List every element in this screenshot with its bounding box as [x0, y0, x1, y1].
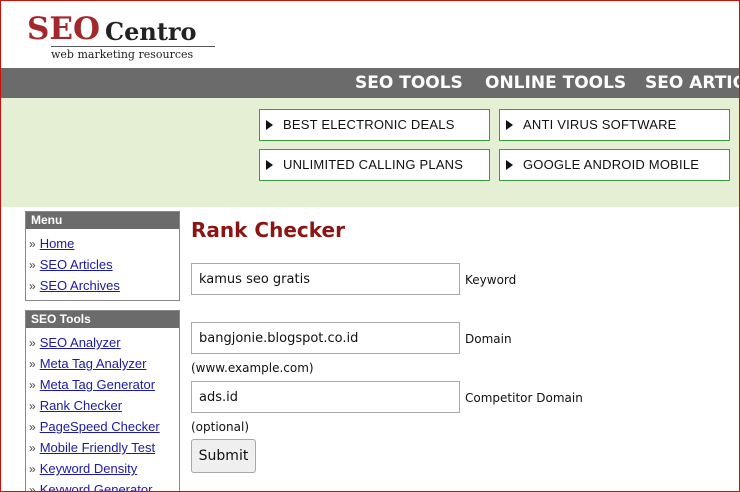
submit-button[interactable]: Submit	[191, 439, 256, 473]
sidebar-link-rank-checker[interactable]: Rank Checker	[40, 398, 122, 413]
ad-link-electronic-deals[interactable]: BEST ELECTRONIC DEALS	[259, 109, 490, 141]
nav-item-seo-articles[interactable]: SEO ARTICLES	[645, 68, 739, 98]
sidebar-link-pagespeed-checker[interactable]: PageSpeed Checker	[40, 419, 160, 434]
logo-centro-text: Centro	[105, 17, 197, 46]
nav-item-online-tools[interactable]: ONLINE TOOLS	[485, 68, 626, 98]
raquo-icon: »	[29, 279, 36, 293]
triangle-right-icon	[266, 160, 273, 170]
ad-link-android-mobile[interactable]: GOOGLE ANDROID MOBILE	[499, 149, 730, 181]
logo-seo-text: SEO	[27, 11, 101, 47]
raquo-icon: »	[29, 258, 36, 272]
ad-link-calling-plans[interactable]: UNLIMITED CALLING PLANS	[259, 149, 490, 181]
sidebar-link-seo-articles[interactable]: SEO Articles	[40, 257, 113, 272]
raquo-icon: »	[29, 462, 36, 476]
sidebar-item-keyword-generator: » Keyword Generator	[26, 479, 179, 492]
sidebar-menu-panel: Menu » Home » SEO Articles » SEO Archives	[25, 211, 180, 301]
nav-item-seo-tools[interactable]: SEO TOOLS	[355, 68, 463, 98]
sidebar-tools-title: SEO Tools	[26, 311, 179, 328]
raquo-icon: »	[29, 237, 36, 251]
triangle-right-icon	[266, 120, 273, 130]
sidebar-item-seo-articles: » SEO Articles	[26, 254, 179, 275]
site-logo[interactable]: SEO Centro web marketing resources	[27, 11, 217, 67]
sidebar-item-meta-tag-generator: » Meta Tag Generator	[26, 374, 179, 395]
triangle-right-icon	[506, 160, 513, 170]
domain-label: Domain	[465, 332, 512, 346]
sidebar-link-home[interactable]: Home	[40, 236, 75, 251]
sidebar-link-keyword-density[interactable]: Keyword Density	[40, 461, 138, 476]
sidebar-link-seo-archives[interactable]: SEO Archives	[40, 278, 120, 293]
raquo-icon: »	[29, 336, 36, 350]
sidebar-item-home: » Home	[26, 233, 179, 254]
logo-tagline: web marketing resources	[51, 48, 194, 61]
raquo-icon: »	[29, 441, 36, 455]
sidebar-item-mobile-friendly-test: » Mobile Friendly Test	[26, 437, 179, 458]
raquo-icon: »	[29, 357, 36, 371]
page-frame: SEO Centro web marketing resources SEO T…	[0, 0, 740, 492]
sidebar-link-meta-tag-analyzer[interactable]: Meta Tag Analyzer	[40, 356, 147, 371]
sidebar-menu-title: Menu	[26, 212, 179, 229]
sidebar-item-seo-archives: » SEO Archives	[26, 275, 179, 296]
raquo-icon: »	[29, 420, 36, 434]
ad-link-anti-virus[interactable]: ANTI VIRUS SOFTWARE	[499, 109, 730, 141]
competitor-domain-input[interactable]	[191, 381, 460, 413]
sidebar-item-seo-analyzer: » SEO Analyzer	[26, 332, 179, 353]
raquo-icon: »	[29, 399, 36, 413]
triangle-right-icon	[506, 120, 513, 130]
competitor-domain-hint: (optional)	[191, 420, 249, 434]
competitor-domain-label: Competitor Domain	[465, 391, 583, 405]
domain-input[interactable]	[191, 322, 460, 354]
keyword-input[interactable]	[191, 263, 460, 295]
ad-link-label: UNLIMITED CALLING PLANS	[283, 157, 464, 172]
sidebar-item-meta-tag-analyzer: » Meta Tag Analyzer	[26, 353, 179, 374]
raquo-icon: »	[29, 483, 36, 492]
sidebar-link-mobile-friendly-test[interactable]: Mobile Friendly Test	[40, 440, 155, 455]
page-title: Rank Checker	[191, 218, 345, 242]
domain-hint: (www.example.com)	[191, 361, 314, 375]
sidebar-item-keyword-density: » Keyword Density	[26, 458, 179, 479]
ad-link-label: ANTI VIRUS SOFTWARE	[523, 117, 677, 132]
ad-link-label: BEST ELECTRONIC DEALS	[283, 117, 455, 132]
sidebar-link-keyword-generator[interactable]: Keyword Generator	[40, 482, 153, 491]
sidebar-tools-panel: SEO Tools » SEO Analyzer » Meta Tag Analyz…	[25, 310, 180, 492]
raquo-icon: »	[29, 378, 36, 392]
sidebar-link-meta-tag-generator[interactable]: Meta Tag Generator	[40, 377, 155, 392]
sidebar-item-pagespeed-checker: » PageSpeed Checker	[26, 416, 179, 437]
top-nav-bar: SEO TOOLS ONLINE TOOLS SEO ARTICLES	[1, 68, 739, 98]
logo-underline	[51, 46, 215, 47]
sidebar-link-seo-analyzer[interactable]: SEO Analyzer	[40, 335, 121, 350]
ad-links-band: BEST ELECTRONIC DEALS ANTI VIRUS SOFTWAR…	[1, 98, 739, 207]
keyword-label: Keyword	[465, 273, 517, 287]
ad-link-label: GOOGLE ANDROID MOBILE	[523, 157, 700, 172]
sidebar-item-rank-checker: » Rank Checker	[26, 395, 179, 416]
